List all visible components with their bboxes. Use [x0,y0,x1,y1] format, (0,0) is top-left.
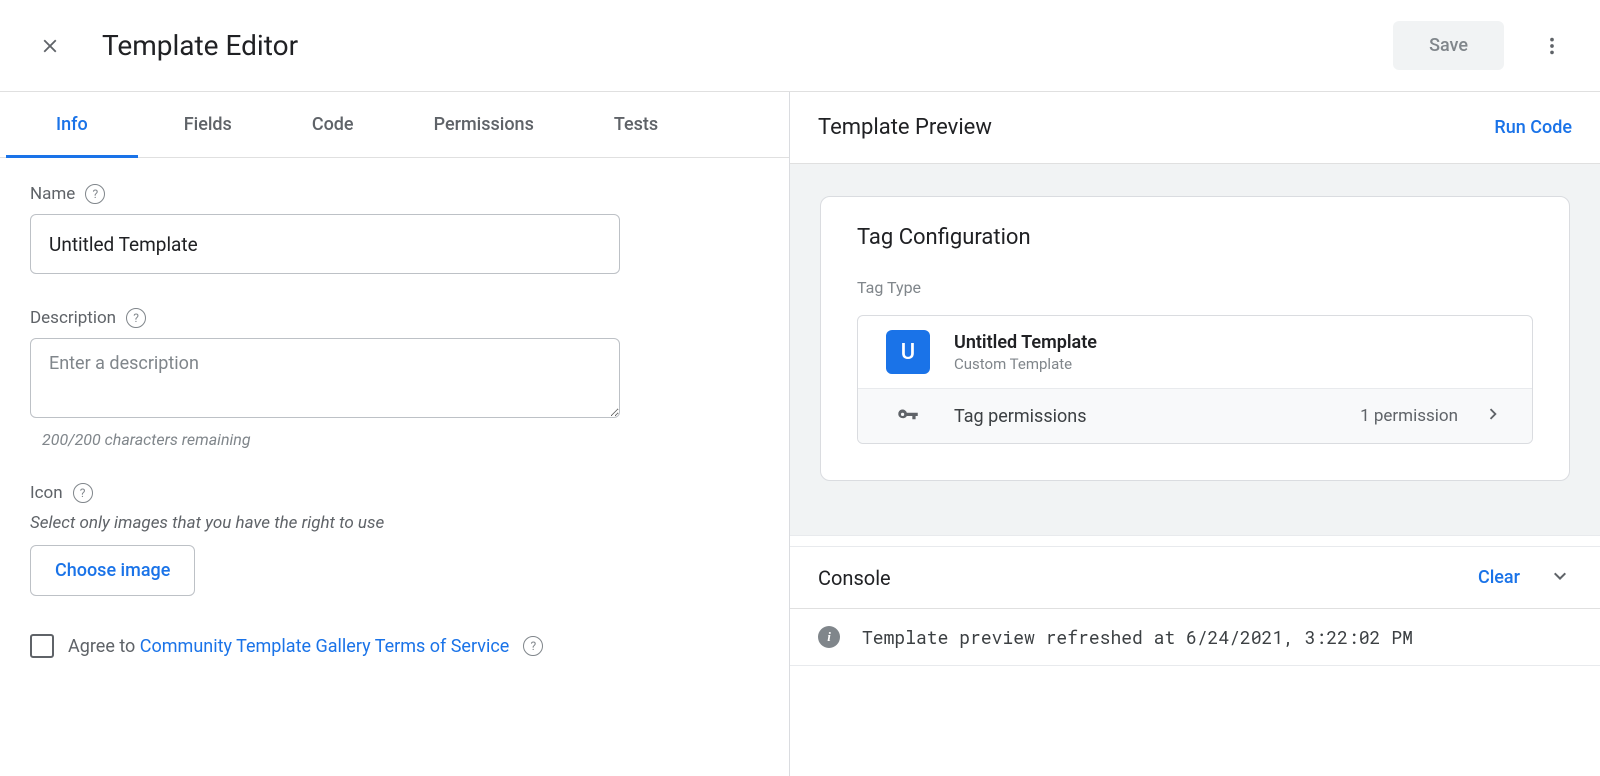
tab-code[interactable]: Code [272,92,394,157]
tag-permissions-row[interactable]: Tag permissions 1 permission [858,388,1532,443]
collapse-console-button[interactable] [1548,564,1572,592]
more-menu-button[interactable] [1532,26,1572,66]
tag-name: Untitled Template [954,332,1097,353]
top-bar: Template Editor Save [0,0,1600,92]
key-icon [886,403,930,429]
tab-fields[interactable]: Fields [144,92,272,157]
agree-prefix: Agree to [68,636,140,657]
console-section: Console Clear i Template preview refresh… [790,547,1600,776]
chevron-right-icon [1482,403,1504,429]
name-label: Name [30,184,75,204]
console-title: Console [818,566,891,590]
preview-title: Template Preview [818,115,992,140]
help-icon[interactable]: ? [73,483,93,503]
close-icon [39,35,61,57]
tag-subtitle: Custom Template [954,355,1097,373]
help-icon[interactable]: ? [523,636,543,656]
clear-button[interactable]: Clear [1478,567,1520,588]
permissions-count: 1 permission [1360,406,1458,426]
tab-permissions[interactable]: Permissions [394,92,574,157]
description-input[interactable] [30,338,620,418]
card-title: Tag Configuration [857,225,1533,250]
help-icon[interactable]: ? [85,184,105,204]
page-title: Template Editor [102,29,298,62]
name-input[interactable] [30,214,620,274]
more-vert-icon [1541,35,1563,57]
terms-link[interactable]: Community Template Gallery Terms of Serv… [140,636,510,657]
tag-config-card: Tag Configuration Tag Type U Untitled Te… [820,196,1570,481]
char-counter: 200/200 characters remaining [42,430,759,449]
tag-type-label: Tag Type [857,278,1533,297]
chevron-down-icon [1548,564,1572,588]
save-button[interactable]: Save [1393,21,1504,70]
close-button[interactable] [36,32,64,60]
tab-tests[interactable]: Tests [574,92,698,157]
console-message: Template preview refreshed at 6/24/2021,… [862,625,1413,649]
editor-pane: Info Fields Code Permissions Tests Name … [0,92,790,776]
template-icon: U [886,330,930,374]
agree-text: Agree to Community Template Gallery Term… [68,636,509,657]
tab-info[interactable]: Info [0,92,144,157]
help-icon[interactable]: ? [126,308,146,328]
tag-type-row[interactable]: U Untitled Template Custom Template [858,316,1532,388]
icon-hint: Select only images that you have the rig… [30,513,759,533]
choose-image-button[interactable]: Choose image [30,545,195,596]
description-label: Description [30,308,116,328]
tab-bar: Info Fields Code Permissions Tests [0,92,789,158]
run-code-button[interactable]: Run Code [1494,117,1572,138]
preview-pane: Template Preview Run Code Tag Configurat… [790,92,1600,776]
info-icon: i [818,626,840,648]
agree-checkbox[interactable] [30,634,54,658]
icon-label: Icon [30,483,63,503]
permissions-label: Tag permissions [954,406,1086,427]
